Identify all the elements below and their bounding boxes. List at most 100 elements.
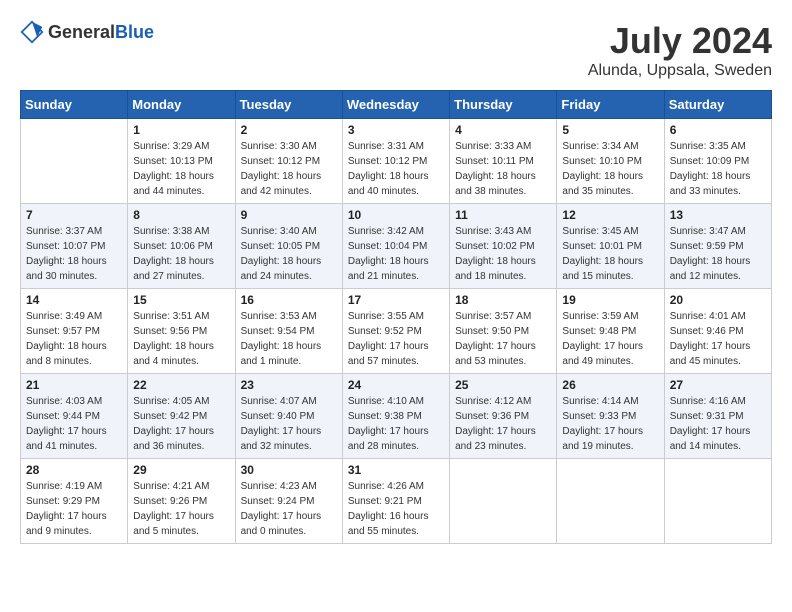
week-row-2: 7Sunrise: 3:37 AMSunset: 10:07 PMDayligh… bbox=[21, 204, 772, 289]
calendar-cell: 1 Sunrise: 3:29 AMSunset: 10:13 PMDayligh… bbox=[128, 119, 235, 204]
calendar-cell bbox=[664, 459, 771, 544]
day-number: 27 bbox=[670, 378, 766, 392]
day-info: Sunrise: 3:49 AMSunset: 9:57 PMDaylight:… bbox=[26, 309, 122, 369]
day-number: 20 bbox=[670, 293, 766, 307]
title-area: July 2024 Alunda, Uppsala, Sweden bbox=[588, 20, 772, 80]
day-info: Sunrise: 4:26 AMSunset: 9:21 PMDaylight:… bbox=[348, 479, 444, 539]
day-info: Sunrise: 3:59 AMSunset: 9:48 PMDaylight:… bbox=[562, 309, 658, 369]
day-number: 5 bbox=[562, 123, 658, 137]
calendar-cell: 15 Sunrise: 3:51 AMSunset: 9:56 PMDayligh… bbox=[128, 289, 235, 374]
calendar-cell: 30 Sunrise: 4:23 AMSunset: 9:24 PMDayligh… bbox=[235, 459, 342, 544]
page-header: GeneralBlue July 2024 Alunda, Uppsala, S… bbox=[20, 20, 772, 80]
day-info: Sunrise: 3:31 AMSunset: 10:12 PMDaylight… bbox=[348, 139, 444, 199]
column-header-sunday: Sunday bbox=[21, 91, 128, 119]
column-header-monday: Monday bbox=[128, 91, 235, 119]
column-header-wednesday: Wednesday bbox=[342, 91, 449, 119]
logo-text: GeneralBlue bbox=[48, 22, 154, 43]
calendar-cell: 23 Sunrise: 4:07 AMSunset: 9:40 PMDayligh… bbox=[235, 374, 342, 459]
day-info: Sunrise: 3:55 AMSunset: 9:52 PMDaylight:… bbox=[348, 309, 444, 369]
day-number: 13 bbox=[670, 208, 766, 222]
calendar-cell bbox=[450, 459, 557, 544]
day-info: Sunrise: 4:12 AMSunset: 9:36 PMDaylight:… bbox=[455, 394, 551, 454]
day-info: Sunrise: 3:47 AMSunset: 9:59 PMDaylight:… bbox=[670, 224, 766, 284]
calendar-cell: 8Sunrise: 3:38 AMSunset: 10:06 PMDayligh… bbox=[128, 204, 235, 289]
calendar-cell: 2Sunrise: 3:30 AMSunset: 10:12 PMDayligh… bbox=[235, 119, 342, 204]
location-title: Alunda, Uppsala, Sweden bbox=[588, 62, 772, 80]
day-info: Sunrise: 3:37 AMSunset: 10:07 PMDaylight… bbox=[26, 224, 122, 284]
week-row-1: 1 Sunrise: 3:29 AMSunset: 10:13 PMDayligh… bbox=[21, 119, 772, 204]
calendar-cell: 19 Sunrise: 3:59 AMSunset: 9:48 PMDayligh… bbox=[557, 289, 664, 374]
day-number: 4 bbox=[455, 123, 551, 137]
calendar-table: SundayMondayTuesdayWednesdayThursdayFrid… bbox=[20, 90, 772, 544]
day-number: 16 bbox=[241, 293, 337, 307]
day-number: 23 bbox=[241, 378, 337, 392]
day-info: Sunrise: 3:42 AMSunset: 10:04 PMDaylight… bbox=[348, 224, 444, 284]
day-number: 30 bbox=[241, 463, 337, 477]
day-info: Sunrise: 4:10 AMSunset: 9:38 PMDaylight:… bbox=[348, 394, 444, 454]
calendar-cell: 11 Sunrise: 3:43 AMSunset: 10:02 PMDaylig… bbox=[450, 204, 557, 289]
day-number: 6 bbox=[670, 123, 766, 137]
calendar-cell: 18Sunrise: 3:57 AMSunset: 9:50 PMDayligh… bbox=[450, 289, 557, 374]
calendar-cell: 4 Sunrise: 3:33 AMSunset: 10:11 PMDayligh… bbox=[450, 119, 557, 204]
day-info: Sunrise: 4:05 AMSunset: 9:42 PMDaylight:… bbox=[133, 394, 229, 454]
calendar-cell: 6 Sunrise: 3:35 AMSunset: 10:09 PMDayligh… bbox=[664, 119, 771, 204]
day-number: 12 bbox=[562, 208, 658, 222]
day-info: Sunrise: 3:29 AMSunset: 10:13 PMDaylight… bbox=[133, 139, 229, 199]
column-header-friday: Friday bbox=[557, 91, 664, 119]
calendar-cell: 21 Sunrise: 4:03 AMSunset: 9:44 PMDayligh… bbox=[21, 374, 128, 459]
calendar-cell: 16 Sunrise: 3:53 AMSunset: 9:54 PMDayligh… bbox=[235, 289, 342, 374]
day-number: 14 bbox=[26, 293, 122, 307]
day-number: 3 bbox=[348, 123, 444, 137]
day-number: 2 bbox=[241, 123, 337, 137]
day-info: Sunrise: 3:33 AMSunset: 10:11 PMDaylight… bbox=[455, 139, 551, 199]
day-number: 11 bbox=[455, 208, 551, 222]
day-info: Sunrise: 3:38 AMSunset: 10:06 PMDaylight… bbox=[133, 224, 229, 284]
day-number: 28 bbox=[26, 463, 122, 477]
logo-icon bbox=[20, 20, 44, 44]
day-number: 10 bbox=[348, 208, 444, 222]
calendar-cell: 17 Sunrise: 3:55 AMSunset: 9:52 PMDayligh… bbox=[342, 289, 449, 374]
column-header-saturday: Saturday bbox=[664, 91, 771, 119]
day-info: Sunrise: 4:21 AMSunset: 9:26 PMDaylight:… bbox=[133, 479, 229, 539]
calendar-cell bbox=[21, 119, 128, 204]
day-number: 15 bbox=[133, 293, 229, 307]
calendar-cell: 22Sunrise: 4:05 AMSunset: 9:42 PMDayligh… bbox=[128, 374, 235, 459]
day-number: 9 bbox=[241, 208, 337, 222]
day-info: Sunrise: 3:40 AMSunset: 10:05 PMDaylight… bbox=[241, 224, 337, 284]
day-info: Sunrise: 3:53 AMSunset: 9:54 PMDaylight:… bbox=[241, 309, 337, 369]
day-info: Sunrise: 3:43 AMSunset: 10:02 PMDaylight… bbox=[455, 224, 551, 284]
day-number: 29 bbox=[133, 463, 229, 477]
day-number: 31 bbox=[348, 463, 444, 477]
day-number: 17 bbox=[348, 293, 444, 307]
day-info: Sunrise: 4:23 AMSunset: 9:24 PMDaylight:… bbox=[241, 479, 337, 539]
calendar-cell: 3 Sunrise: 3:31 AMSunset: 10:12 PMDayligh… bbox=[342, 119, 449, 204]
week-row-3: 14 Sunrise: 3:49 AMSunset: 9:57 PMDayligh… bbox=[21, 289, 772, 374]
day-info: Sunrise: 3:34 AMSunset: 10:10 PMDaylight… bbox=[562, 139, 658, 199]
month-title: July 2024 bbox=[588, 20, 772, 62]
day-number: 26 bbox=[562, 378, 658, 392]
week-row-4: 21 Sunrise: 4:03 AMSunset: 9:44 PMDayligh… bbox=[21, 374, 772, 459]
day-info: Sunrise: 4:03 AMSunset: 9:44 PMDaylight:… bbox=[26, 394, 122, 454]
day-number: 1 bbox=[133, 123, 229, 137]
day-info: Sunrise: 4:07 AMSunset: 9:40 PMDaylight:… bbox=[241, 394, 337, 454]
calendar-cell: 12Sunrise: 3:45 AMSunset: 10:01 PMDaylig… bbox=[557, 204, 664, 289]
day-info: Sunrise: 4:19 AMSunset: 9:29 PMDaylight:… bbox=[26, 479, 122, 539]
day-info: Sunrise: 4:01 AMSunset: 9:46 PMDaylight:… bbox=[670, 309, 766, 369]
calendar-cell: 14 Sunrise: 3:49 AMSunset: 9:57 PMDayligh… bbox=[21, 289, 128, 374]
day-info: Sunrise: 3:57 AMSunset: 9:50 PMDaylight:… bbox=[455, 309, 551, 369]
day-info: Sunrise: 4:16 AMSunset: 9:31 PMDaylight:… bbox=[670, 394, 766, 454]
calendar-cell: 10 Sunrise: 3:42 AMSunset: 10:04 PMDaylig… bbox=[342, 204, 449, 289]
week-row-5: 28 Sunrise: 4:19 AMSunset: 9:29 PMDayligh… bbox=[21, 459, 772, 544]
day-info: Sunrise: 3:35 AMSunset: 10:09 PMDaylight… bbox=[670, 139, 766, 199]
day-info: Sunrise: 4:14 AMSunset: 9:33 PMDaylight:… bbox=[562, 394, 658, 454]
day-number: 25 bbox=[455, 378, 551, 392]
logo: GeneralBlue bbox=[20, 20, 154, 44]
header-row: SundayMondayTuesdayWednesdayThursdayFrid… bbox=[21, 91, 772, 119]
day-number: 19 bbox=[562, 293, 658, 307]
day-number: 21 bbox=[26, 378, 122, 392]
calendar-cell: 31 Sunrise: 4:26 AMSunset: 9:21 PMDayligh… bbox=[342, 459, 449, 544]
calendar-cell: 5 Sunrise: 3:34 AMSunset: 10:10 PMDayligh… bbox=[557, 119, 664, 204]
day-info: Sunrise: 3:51 AMSunset: 9:56 PMDaylight:… bbox=[133, 309, 229, 369]
column-header-tuesday: Tuesday bbox=[235, 91, 342, 119]
calendar-cell bbox=[557, 459, 664, 544]
